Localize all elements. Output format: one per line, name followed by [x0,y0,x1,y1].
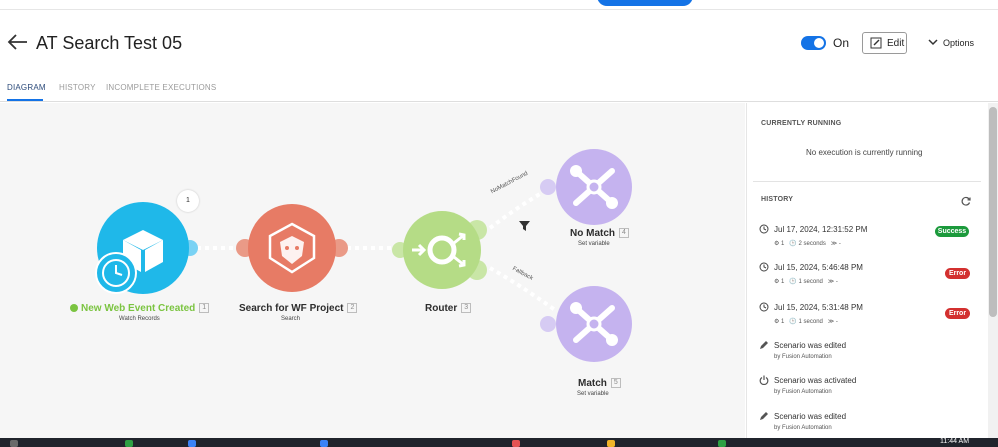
event-by: by Fusion Automation [774,389,832,395]
taskbar-clock: 11:44 AM [940,438,970,445]
history-date: Jul 17, 2024, 12:31:52 PM [774,225,868,234]
event-by: by Fusion Automation [774,354,832,360]
toggle-label: On [833,36,850,50]
history-date: Jul 15, 2024, 5:31:48 PM [774,303,863,312]
taskbar-icon[interactable] [10,440,18,447]
status-badge: Success [935,226,969,237]
history-date: Jul 15, 2024, 5:46:48 PM [774,263,863,272]
history-item[interactable]: Jul 17, 2024, 12:31:52 PM Success ⚙ 1 🕒 … [759,224,974,254]
node-no-match[interactable] [540,135,632,227]
clock-icon [759,224,769,234]
event-item: Scenario was edited by Fusion Automation [759,411,974,441]
node-router[interactable] [392,205,492,295]
options-label: Options [943,38,975,48]
node-sub-search-wf-project: Search [281,316,301,322]
event-item: Scenario was activated by Fusion Automat… [759,375,974,405]
node-sub-no-match: Set variable [578,241,610,247]
taskbar-icon[interactable] [188,440,196,447]
history-item[interactable]: Jul 15, 2024, 5:46:48 PM Error ⚙ 1 🕒 1 s… [759,262,974,292]
node-label-new-web-event: New Web Event Created 1 [70,303,210,314]
node-sub-match: Set variable [577,391,609,397]
node-label-match: Match 5 [578,378,621,389]
event-title: Scenario was activated [774,376,857,385]
history-meta: ⚙ 1 🕒 1 second ≫ - [774,319,838,325]
edit-button[interactable]: Edit [862,32,907,54]
node-search-wf-project[interactable] [236,200,348,296]
taskbar-icon[interactable] [125,440,133,447]
pencil-icon [760,412,768,420]
event-by: by Fusion Automation [774,425,832,431]
node-label-search-wf-project: Search for WF Project 2 [239,303,358,314]
divider [753,181,981,182]
clock-icon [759,262,769,272]
node-label-router: Router 3 [425,303,472,314]
scenario-toggle[interactable] [801,36,826,50]
taskbar-icon[interactable] [512,440,520,447]
event-item: Scenario was edited by Fusion Automation [759,340,974,370]
history-heading: HISTORY [761,196,794,203]
taskbar-icon[interactable] [320,440,328,447]
success-check-icon [70,304,78,313]
history-meta: ⚙ 1 🕒 1 second ≫ - [774,279,838,285]
pencil-icon [760,341,768,349]
app-window: AT Search Test 05 On Edit Options DIAGRA… [0,0,998,447]
power-icon [759,375,769,385]
history-meta: ⚙ 1 🕒 2 seconds ≫ - [774,241,841,247]
event-title: Scenario was edited [774,341,847,350]
scrollbar-thumb[interactable] [989,107,997,317]
currently-running-heading: CURRENTLY RUNNING [761,120,842,127]
filter-icon[interactable] [519,221,530,231]
chevron-down-icon [928,39,938,46]
no-execution-text: No execution is currently running [806,148,923,157]
taskbar-icon[interactable] [718,440,726,447]
edit-icon [870,37,882,49]
clock-icon [759,302,769,312]
options-menu[interactable]: Options [928,38,974,48]
taskbar-icon[interactable] [607,440,615,447]
event-title: Scenario was edited [774,412,847,421]
os-taskbar: 11:44 AM [0,438,998,447]
history-item[interactable]: Jul 15, 2024, 5:31:48 PM Error ⚙ 1 🕒 1 s… [759,302,974,332]
node-sub-new-web-event: Watch Records [119,316,160,322]
status-badge: Error [945,268,970,279]
refresh-icon[interactable] [961,196,971,206]
status-badge: Error [945,308,970,319]
node-match[interactable] [540,282,632,374]
operation-count-bubble: 1 [177,190,199,212]
edit-button-label: Edit [887,38,905,49]
node-label-no-match: No Match 4 [570,228,629,239]
